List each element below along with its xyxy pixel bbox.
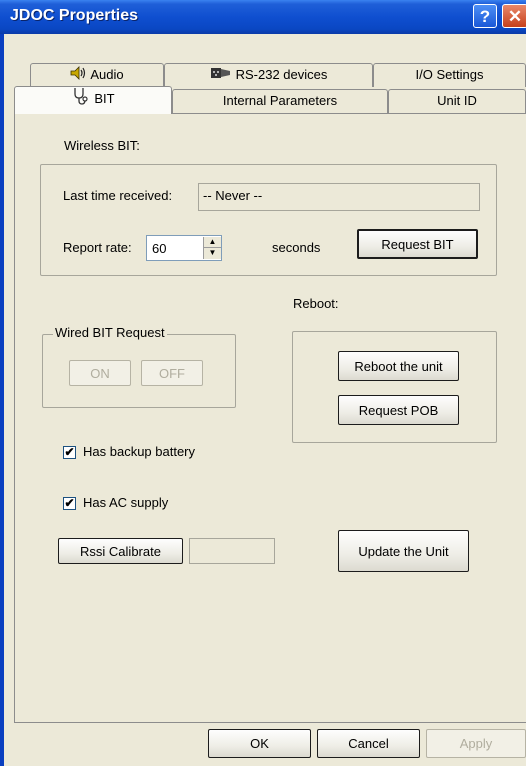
properties-window: JDOC Properties ? ✕ Audio RS-232 devices… [0,0,526,766]
request-bit-button[interactable]: Request BIT [357,229,478,259]
tab-audio-label: Audio [90,67,124,82]
tab-internal-parameters[interactable]: Internal Parameters [172,89,388,114]
last-time-label: Last time received: [63,188,173,203]
seconds-label: seconds [272,240,321,255]
report-rate-label: Report rate: [63,240,132,255]
apply-button[interactable]: Apply [426,729,526,758]
tab-io-settings[interactable]: I/O Settings [373,63,526,87]
serial-connector-icon [210,65,232,87]
ac-supply-checkbox[interactable]: ✔ [63,497,76,510]
tab-unit-id-label: Unit ID [437,93,477,108]
backup-battery-checkbox[interactable]: ✔ [63,446,76,459]
title-bar[interactable]: JDOC Properties ? ✕ [0,0,526,34]
tab-rs232-devices[interactable]: RS-232 devices [164,63,373,87]
last-time-value: -- Never -- [203,188,263,203]
speaker-icon [70,65,86,87]
reboot-unit-button[interactable]: Reboot the unit [338,351,459,381]
report-rate-spinbox[interactable]: 60 ▲ ▼ [146,235,222,261]
report-rate-value: 60 [152,241,167,256]
last-time-field: -- Never -- [198,183,480,211]
update-unit-button[interactable]: Update the Unit [338,530,469,572]
tab-unit-id[interactable]: Unit ID [388,89,526,114]
wired-on-button[interactable]: ON [69,360,131,386]
ok-button[interactable]: OK [208,729,311,758]
reboot-title: Reboot: [293,296,339,311]
backup-battery-label: Has backup battery [83,444,196,459]
rssi-value-field [189,538,275,564]
request-pob-button[interactable]: Request POB [338,395,459,425]
wireless-bit-group [40,164,497,276]
cancel-button[interactable]: Cancel [317,729,420,758]
tab-io-settings-label: I/O Settings [415,67,484,82]
tab-rs232-label: RS-232 devices [235,67,328,82]
tab-bit[interactable]: BIT [14,86,172,114]
window-border [0,34,4,766]
reboot-group [292,331,497,443]
wired-off-button[interactable]: OFF [141,360,203,386]
tab-audio[interactable]: Audio [30,63,164,87]
help-button[interactable]: ? [473,4,497,28]
window-title: JDOC Properties [10,7,139,24]
ac-supply-label: Has AC supply [83,495,169,510]
rssi-calibrate-button[interactable]: Rssi Calibrate [58,538,183,564]
report-rate-spinner[interactable]: ▲ ▼ [203,237,221,259]
close-button[interactable]: ✕ [502,4,526,28]
stethoscope-icon [71,87,89,112]
spin-up-icon[interactable]: ▲ [204,237,221,248]
tab-internal-parameters-label: Internal Parameters [222,93,338,108]
wired-bit-title: Wired BIT Request [53,325,167,340]
spin-down-icon[interactable]: ▼ [204,248,221,259]
wireless-bit-title: Wireless BIT: [64,138,140,153]
tab-bit-label: BIT [94,90,115,106]
